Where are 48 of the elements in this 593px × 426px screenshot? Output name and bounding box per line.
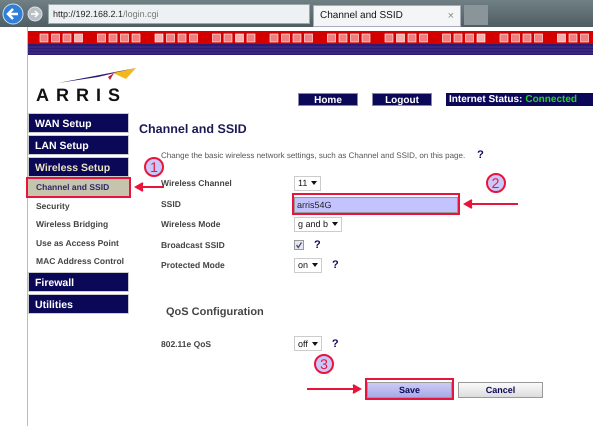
menu-item[interactable]: Channel and SSID xyxy=(28,179,129,196)
dropdown[interactable]: 11 xyxy=(294,176,322,191)
caret-icon xyxy=(312,263,318,268)
menu-item[interactable]: Use as Access Point xyxy=(28,234,129,251)
nav-link[interactable]: Logout xyxy=(372,93,432,106)
dropdown[interactable]: on xyxy=(294,258,322,273)
save-button[interactable]: Save xyxy=(367,382,452,398)
step-number: 2 xyxy=(486,172,506,193)
page-title: Channel and SSID xyxy=(139,122,248,136)
pointer-arrow xyxy=(463,198,518,209)
intro-text: Change the basic wireless network settings, such as Channel and SSID, on this page. xyxy=(161,150,466,160)
help-link[interactable]: ? xyxy=(332,259,339,272)
menu-section[interactable]: Wireless Setup xyxy=(28,157,129,177)
checkbox[interactable] xyxy=(294,240,304,250)
dropdown[interactable]: off xyxy=(294,336,322,352)
help-link[interactable]: ? xyxy=(477,149,484,161)
step-number: 1 xyxy=(144,157,164,177)
menu-section[interactable]: LAN Setup xyxy=(28,135,129,155)
field-label: Wireless Channel xyxy=(161,178,233,188)
caret-icon xyxy=(312,342,318,346)
caret-icon xyxy=(332,222,338,226)
address-bar[interactable]: http://192.168.2.1/login.cgi xyxy=(48,4,310,24)
step-number: 3 xyxy=(314,354,334,374)
menu-item[interactable]: Security xyxy=(28,198,129,214)
forward-icon[interactable] xyxy=(27,6,43,22)
field-label: Broadcast SSID xyxy=(161,240,226,250)
logo-text: ARRIS xyxy=(36,85,128,106)
field-label: Wireless Mode xyxy=(161,219,222,230)
menu-section[interactable]: Firewall xyxy=(28,272,129,292)
cancel-button[interactable]: Cancel xyxy=(458,382,543,398)
field-label: 802.11e QoS xyxy=(161,338,212,349)
field-label: Protected Mode xyxy=(161,260,226,270)
caret-icon xyxy=(311,181,318,186)
menu-item[interactable]: Wireless Bridging xyxy=(28,216,129,232)
back-icon[interactable] xyxy=(2,2,24,24)
menu-section[interactable]: Utilities xyxy=(28,294,129,314)
menu-section[interactable]: WAN Setup xyxy=(28,113,129,133)
field-label: SSID xyxy=(161,198,182,209)
nav-link[interactable]: Home xyxy=(298,93,358,106)
ssid-input-field[interactable]: arris54G xyxy=(294,196,458,213)
menu-item[interactable]: MAC Address Control xyxy=(28,253,129,270)
dropdown[interactable]: g and b xyxy=(294,216,342,232)
internet-status: Internet Status: Connected xyxy=(446,93,593,106)
help-link[interactable]: ? xyxy=(314,238,321,251)
browser-tab[interactable]: Channel and SSID × xyxy=(313,4,461,26)
pointer-arrow xyxy=(307,384,362,394)
help-link[interactable]: ? xyxy=(332,338,339,350)
section-title: QoS Configuration xyxy=(166,306,265,318)
